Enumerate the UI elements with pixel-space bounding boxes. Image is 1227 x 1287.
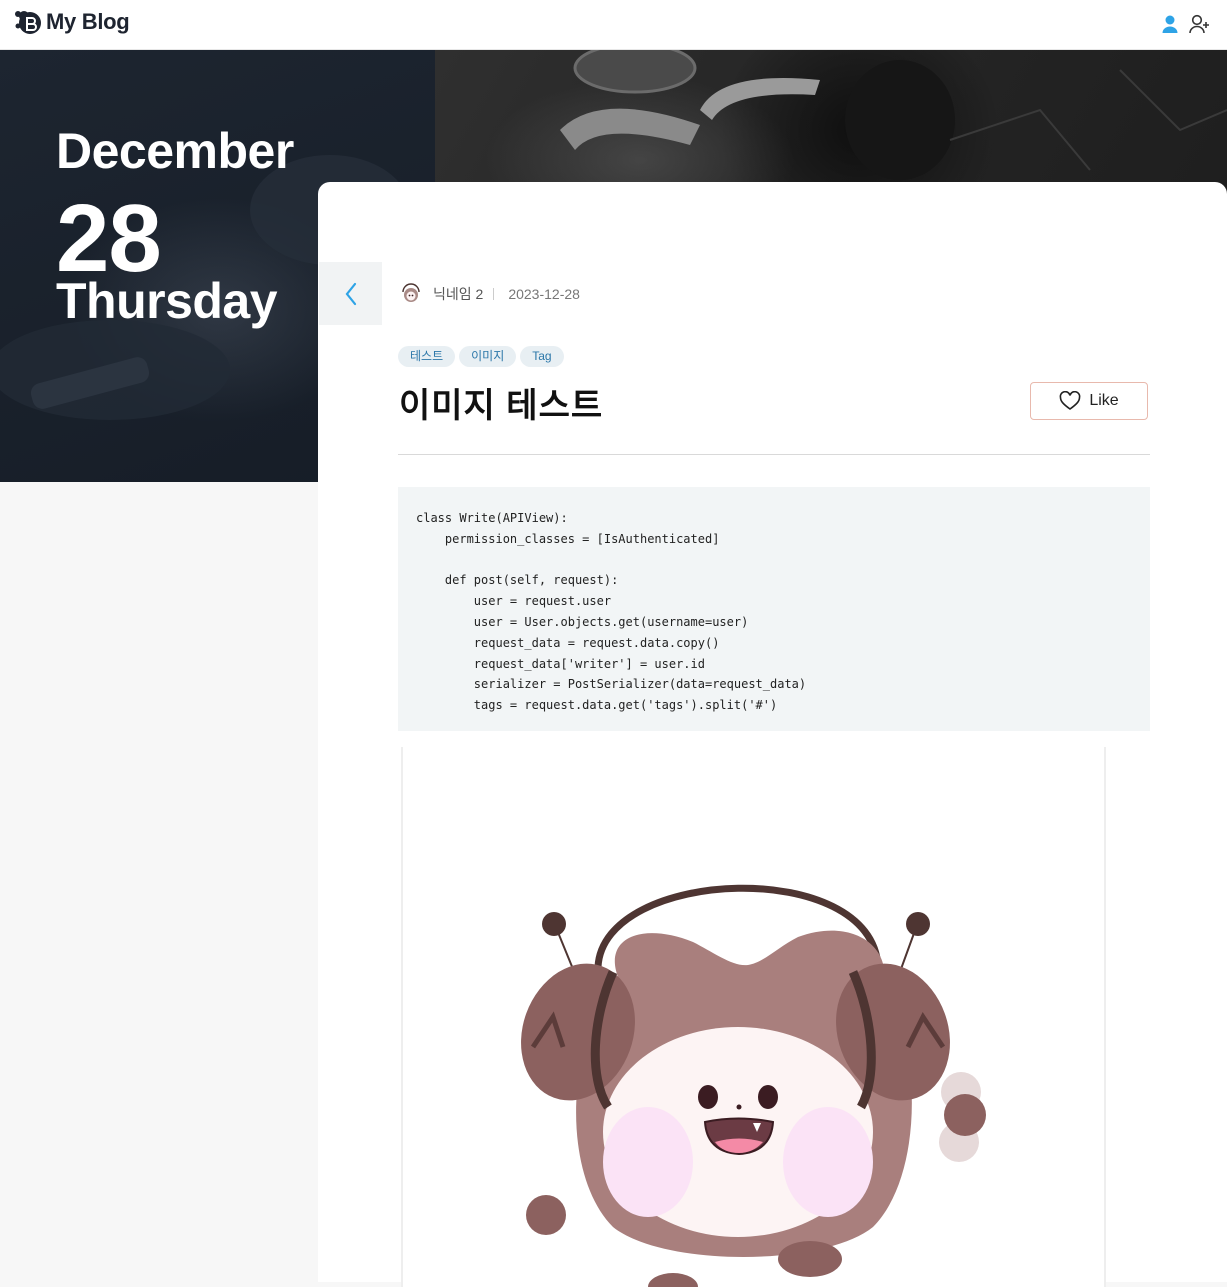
add-user-icon[interactable]: [1189, 14, 1211, 34]
post-date: 2023-12-28: [508, 286, 580, 302]
post-meta: 닉네임 2 2023-12-28: [400, 283, 580, 305]
author-name[interactable]: 닉네임 2: [433, 284, 483, 304]
tag-chip[interactable]: 테스트: [398, 346, 456, 367]
back-button[interactable]: [319, 262, 382, 325]
blog-title: My Blog: [46, 9, 130, 34]
post-title: 이미지 테스트: [399, 387, 604, 425]
home-link[interactable]: My Blog: [14, 8, 130, 36]
chevron-left-icon: [345, 282, 356, 305]
like-label: Like: [1089, 392, 1119, 409]
tag-chip[interactable]: Tag: [520, 346, 564, 367]
character-illustration: [521, 884, 986, 1287]
like-button[interactable]: Like: [1030, 382, 1148, 420]
meta-divider: [493, 288, 495, 300]
date-month: December: [56, 123, 294, 179]
code-block: class Write(APIView): permission_classes…: [398, 487, 1150, 731]
date-weekday: Thursday: [56, 273, 278, 329]
heart-icon: [1059, 391, 1081, 410]
title-divider: [398, 454, 1150, 455]
tag-list: 테스트 이미지 Tag: [398, 346, 564, 367]
top-navbar: My Blog: [0, 0, 1227, 50]
author-avatar[interactable]: [400, 283, 422, 305]
post-image: [401, 747, 1106, 1287]
tag-chip[interactable]: 이미지: [459, 346, 517, 367]
blog-logo-icon: [15, 11, 41, 34]
user-icon[interactable]: [1161, 14, 1179, 34]
